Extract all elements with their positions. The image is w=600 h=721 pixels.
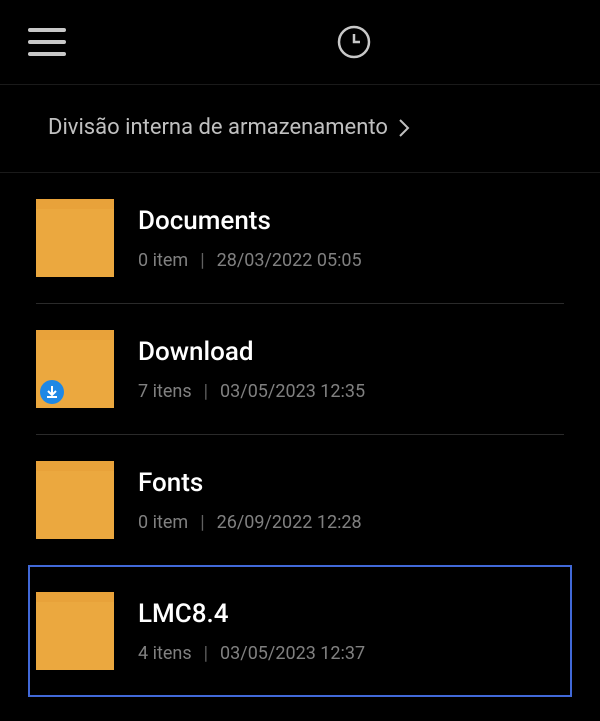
- app-header: [0, 0, 600, 85]
- download-badge-icon: [40, 380, 64, 404]
- file-meta: 7 itens | 03/05/2023 12:35: [138, 381, 365, 402]
- file-name: Download: [138, 337, 365, 367]
- folder-item[interactable]: Fonts 0 item | 26/09/2022 12:28: [36, 435, 564, 566]
- menu-icon[interactable]: [28, 28, 66, 56]
- file-count: 4 itens: [138, 643, 192, 664]
- folder-item[interactable]: Download 7 itens | 03/05/2023 12:35: [36, 304, 564, 435]
- file-info: Documents 0 item | 28/03/2022 05:05: [138, 206, 362, 271]
- chevron-right-icon: [398, 118, 410, 138]
- file-name: Fonts: [138, 468, 362, 498]
- recent-icon[interactable]: [336, 24, 372, 60]
- file-meta: 4 itens | 03/05/2023 12:37: [138, 643, 365, 664]
- file-date: 03/05/2023 12:37: [220, 643, 365, 664]
- folder-icon: [36, 330, 114, 408]
- file-info: Download 7 itens | 03/05/2023 12:35: [138, 337, 365, 402]
- file-name: Documents: [138, 206, 362, 236]
- file-list: Documents 0 item | 28/03/2022 05:05 Down…: [0, 173, 600, 697]
- file-date: 28/03/2022 05:05: [217, 250, 362, 271]
- folder-icon: [36, 461, 114, 539]
- folder-icon: [36, 199, 114, 277]
- folder-icon: [36, 592, 114, 670]
- file-date: 03/05/2023 12:35: [220, 381, 365, 402]
- file-count: 0 item: [138, 250, 188, 271]
- file-info: LMC8.4 4 itens | 03/05/2023 12:37: [138, 599, 365, 664]
- breadcrumb[interactable]: Divisão interna de armazenamento: [0, 85, 600, 173]
- folder-item[interactable]: LMC8.4 4 itens | 03/05/2023 12:37: [28, 565, 572, 697]
- file-count: 7 itens: [138, 381, 192, 402]
- file-info: Fonts 0 item | 26/09/2022 12:28: [138, 468, 362, 533]
- file-meta: 0 item | 28/03/2022 05:05: [138, 250, 362, 271]
- file-date: 26/09/2022 12:28: [217, 512, 362, 533]
- folder-item[interactable]: Documents 0 item | 28/03/2022 05:05: [36, 173, 564, 304]
- file-name: LMC8.4: [138, 599, 365, 629]
- file-count: 0 item: [138, 512, 188, 533]
- file-meta: 0 item | 26/09/2022 12:28: [138, 512, 362, 533]
- breadcrumb-label: Divisão interna de armazenamento: [48, 115, 388, 140]
